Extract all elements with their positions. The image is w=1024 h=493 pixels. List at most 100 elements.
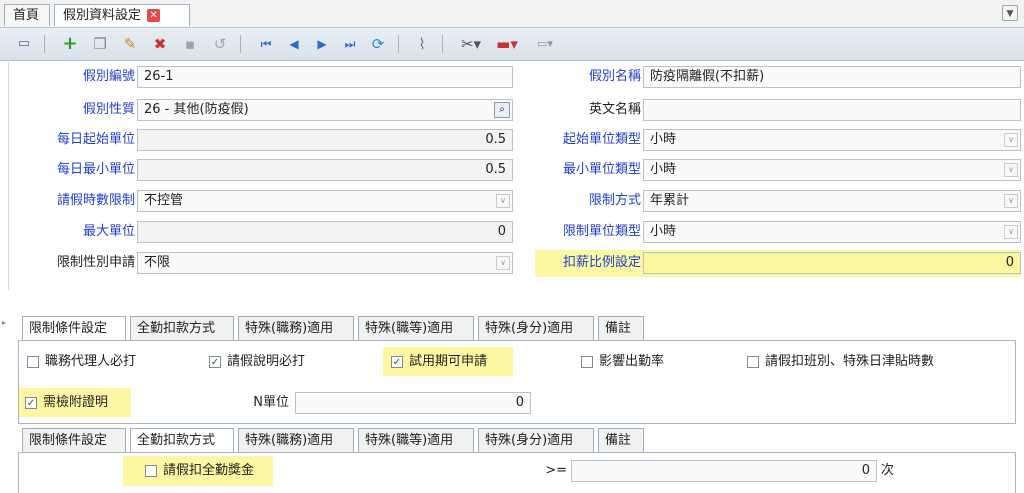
daily-start-unit-field[interactable]: 0.5 — [137, 129, 513, 151]
tab-limit-conditions[interactable]: 限制條件設定 — [22, 316, 126, 341]
proof-required-label: 需檢附證明 — [43, 395, 109, 410]
subtab-bar-1: 限制條件設定 全勤扣款方式 特殊(職務)適用 特殊(職等)適用 特殊(身分)適用… — [18, 316, 1018, 341]
tab-special-identity-2[interactable]: 特殊(身分)適用 — [478, 428, 594, 452]
more-icon[interactable]: ▭▾ — [530, 34, 560, 54]
probation-label: 試用期可申請 — [409, 354, 488, 369]
attach-icon[interactable]: ⌇ — [412, 34, 432, 54]
tab-leave-settings[interactable]: 假別資料設定 ✕ — [54, 4, 190, 26]
chevron-down-icon[interactable]: ∨ — [496, 256, 510, 270]
daily-start-unit-label: 每日起始單位 — [56, 132, 135, 147]
checkbox-checked-icon[interactable]: ✓ — [25, 396, 37, 409]
limit-unit-type-label: 限制單位類型 — [562, 224, 641, 239]
chevron-down-icon[interactable]: ∨ — [1004, 133, 1018, 147]
english-name-label: 英文名稱 — [588, 102, 641, 117]
leave-type-form: 假別編號 26-1 假別名稱 防疫隔離假(不扣薪) 假別性質 26 - 其他(防… — [8, 62, 1021, 290]
search-icon[interactable]: ⌕ — [494, 102, 510, 118]
min-unit-type-label: 最小單位類型 — [562, 162, 641, 177]
close-icon[interactable]: ✕ — [147, 9, 161, 22]
shift-allowance-label: 請假扣班別、特殊日津貼時數 — [765, 354, 935, 369]
deduct-times-field[interactable]: 0 — [571, 460, 877, 482]
gender-limit-select[interactable]: 不限 ∨ — [137, 252, 513, 274]
prev-icon[interactable]: ◀ — [284, 34, 304, 54]
toolbox-icon[interactable]: ▬▾ — [492, 34, 522, 54]
leave-code-label: 假別編號 — [82, 69, 135, 84]
times-unit-label: 次 — [881, 463, 895, 478]
tab-notes-2[interactable]: 備註 — [598, 428, 644, 452]
checkbox-icon[interactable] — [747, 355, 759, 368]
leave-code-field[interactable]: 26-1 — [137, 66, 513, 88]
copy-icon[interactable]: ❐ — [90, 34, 110, 54]
tab-special-grade[interactable]: 特殊(職等)適用 — [358, 316, 474, 340]
n-unit-field[interactable]: 0 — [295, 392, 531, 414]
refresh-icon[interactable]: ⟳ — [368, 34, 388, 54]
tab-notes[interactable]: 備註 — [598, 316, 644, 340]
shift-allowance-checkbox[interactable]: 請假扣班別、特殊日津貼時數 — [747, 351, 934, 373]
edit-icon[interactable]: ✎ — [120, 34, 140, 54]
toolbar-separator — [44, 35, 45, 53]
hours-limit-label: 請假時數限制 — [56, 193, 135, 208]
document-tab-bar: 首頁 假別資料設定 ✕ ▼ — [0, 0, 1024, 28]
leave-nature-value: 26 - 其他(防疫假) — [144, 102, 249, 117]
leave-name-field[interactable]: 防疫隔離假(不扣薪) — [643, 66, 1021, 88]
leave-nature-label: 假別性質 — [82, 102, 135, 117]
min-unit-type-select[interactable]: 小時 ∨ — [643, 159, 1021, 181]
save-icon[interactable]: ▪ — [180, 34, 200, 54]
tab-special-identity[interactable]: 特殊(身分)適用 — [478, 316, 594, 340]
leave-nature-field[interactable]: 26 - 其他(防疫假) ⌕ — [137, 99, 513, 121]
tab-home[interactable]: 首頁 — [4, 4, 50, 26]
splitter-arrow-icon[interactable]: ▸ — [2, 318, 6, 328]
probation-checkbox[interactable]: ✓ 試用期可申請 — [391, 351, 487, 373]
agent-required-label: 職務代理人必打 — [45, 354, 137, 369]
tab-special-position[interactable]: 特殊(職務)適用 — [238, 316, 354, 340]
gender-limit-label: 限制性別申請 — [56, 255, 135, 270]
first-icon[interactable]: ⏮ — [256, 34, 276, 54]
limit-conditions-panel: 職務代理人必打 ✓ 請假說明必打 ✓ 試用期可申請 影響出勤率 請假扣班別、特殊日津… — [18, 340, 1016, 424]
attendance-deduction-panel: 請假扣全勤獎金 >= 0 次 — [18, 452, 1016, 493]
checkbox-icon[interactable] — [145, 464, 157, 477]
view-icon[interactable]: ▭ — [14, 34, 34, 54]
chevron-down-icon[interactable]: ∨ — [1004, 225, 1018, 239]
limit-method-select[interactable]: 年累計 ∨ — [643, 190, 1021, 212]
deduct-bonus-checkbox[interactable]: 請假扣全勤獎金 — [145, 460, 254, 482]
checkbox-icon[interactable] — [27, 355, 39, 368]
tab-special-grade-2[interactable]: 特殊(職等)適用 — [358, 428, 474, 452]
toolbar-separator — [398, 35, 399, 53]
attendance-rate-checkbox[interactable]: 影響出勤率 — [581, 351, 664, 373]
chevron-down-icon[interactable]: ∨ — [1004, 194, 1018, 208]
tab-list-dropdown-icon[interactable]: ▼ — [1002, 5, 1018, 21]
next-icon[interactable]: ▶ — [312, 34, 332, 54]
checkbox-checked-icon[interactable]: ✓ — [391, 355, 403, 368]
english-name-field[interactable] — [643, 99, 1021, 121]
chevron-down-icon[interactable]: ∨ — [1004, 163, 1018, 177]
greater-equal-label: >= — [545, 463, 567, 478]
add-icon[interactable]: + — [60, 34, 80, 54]
daily-min-unit-field[interactable]: 0.5 — [137, 159, 513, 181]
max-unit-field[interactable]: 0 — [137, 221, 513, 243]
tab-home-label: 首頁 — [13, 8, 40, 23]
tab-attendance-deduction[interactable]: 全勤扣款方式 — [130, 316, 234, 340]
reason-required-checkbox[interactable]: ✓ 請假說明必打 — [209, 351, 305, 373]
deduct-ratio-field[interactable]: 0 — [643, 252, 1021, 274]
leave-name-label: 假別名稱 — [588, 69, 641, 84]
tools-icon[interactable]: ✂▾ — [456, 34, 486, 54]
reason-required-label: 請假說明必打 — [227, 354, 306, 369]
tab-attendance-deduction-2[interactable]: 全勤扣款方式 — [130, 428, 234, 453]
checkbox-icon[interactable] — [581, 355, 593, 368]
start-unit-type-value: 小時 — [650, 132, 677, 147]
gender-limit-value: 不限 — [144, 255, 171, 270]
tab-special-position-2[interactable]: 特殊(職務)適用 — [238, 428, 354, 452]
tab-limit-conditions-2[interactable]: 限制條件設定 — [22, 428, 126, 452]
deduct-bonus-label: 請假扣全勤獎金 — [163, 463, 255, 478]
agent-required-checkbox[interactable]: 職務代理人必打 — [27, 351, 136, 373]
limit-unit-type-select[interactable]: 小時 ∨ — [643, 221, 1021, 243]
chevron-down-icon[interactable]: ∨ — [496, 194, 510, 208]
proof-required-checkbox[interactable]: ✓ 需檢附證明 — [25, 392, 108, 414]
checkbox-checked-icon[interactable]: ✓ — [209, 355, 221, 368]
limit-method-label: 限制方式 — [588, 193, 641, 208]
undo-icon[interactable]: ↺ — [210, 34, 230, 54]
last-icon[interactable]: ⏭ — [340, 34, 360, 54]
delete-icon[interactable]: ✖ — [150, 34, 170, 54]
start-unit-type-select[interactable]: 小時 ∨ — [643, 129, 1021, 151]
hours-limit-select[interactable]: 不控管 ∨ — [137, 190, 513, 212]
toolbar-separator — [442, 35, 443, 53]
